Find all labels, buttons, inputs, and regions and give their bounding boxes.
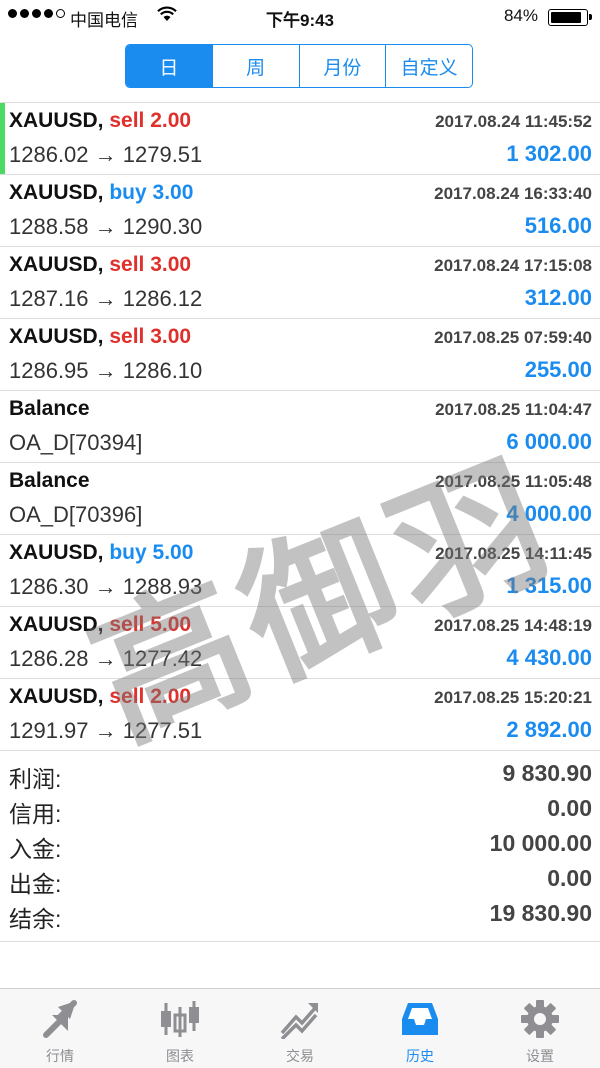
tab-trade[interactable]: 交易 (240, 989, 360, 1068)
row-prices: 1286.30 → 1288.93 (9, 574, 203, 599)
chart-icon (158, 999, 202, 1039)
settings-icon (518, 999, 562, 1039)
row-profit: 516.00 (524, 213, 592, 238)
history-row[interactable]: XAUUSD, buy 5.00 2017.08.25 14:11:45 128… (0, 535, 600, 607)
history-row[interactable]: Balance 2017.08.25 11:04:47 OA_D[70394] … (0, 391, 600, 463)
summary-deposit: 入金: 10 000.00 (0, 826, 600, 862)
row-comment: OA_D[70396] (9, 502, 143, 527)
row-date: 2017.08.25 11:05:48 (435, 472, 592, 491)
row-profit: 4 000.00 (506, 501, 592, 526)
history-row[interactable]: XAUUSD, sell 2.00 2017.08.24 11:45:52 12… (0, 103, 600, 175)
history-row[interactable]: Balance 2017.08.25 11:05:48 OA_D[70396] … (0, 463, 600, 535)
period-segmented-control: 日 周 月份 自定义 (125, 44, 473, 88)
row-profit: 312.00 (524, 285, 592, 310)
tab-label: 交易 (286, 1048, 314, 1064)
history-row[interactable]: XAUUSD, buy 3.00 2017.08.24 16:33:40 128… (0, 175, 600, 247)
summary-value: 19 830.90 (489, 900, 592, 926)
tab-settings[interactable]: 设置 (480, 989, 600, 1068)
segment-month[interactable]: 月份 (298, 45, 386, 87)
history-list: XAUUSD, sell 2.00 2017.08.24 11:45:52 12… (0, 102, 600, 751)
tab-bar: 行情 图表 交易 历史 设置 (0, 988, 600, 1068)
history-row[interactable]: XAUUSD, sell 2.00 2017.08.25 15:20:21 12… (0, 679, 600, 751)
row-symbol: XAUUSD, (9, 613, 104, 636)
row-prices: 1286.28 → 1277.42 (9, 646, 203, 671)
summary-label: 结余: (9, 906, 62, 932)
summary-credit: 信用: 0.00 (0, 791, 600, 827)
history-row[interactable]: XAUUSD, sell 5.00 2017.08.25 14:48:19 12… (0, 607, 600, 679)
summary-value: 9 830.90 (502, 760, 592, 786)
tab-history[interactable]: 历史 (360, 989, 480, 1068)
row-symbol: Balance (9, 397, 90, 420)
segment-custom[interactable]: 自定义 (385, 45, 472, 87)
tab-label: 图表 (166, 1048, 194, 1064)
tab-label: 设置 (526, 1048, 554, 1064)
row-prices: 1288.58 → 1290.30 (9, 214, 203, 239)
row-date: 2017.08.25 07:59:40 (434, 328, 592, 347)
row-prices: 1286.02 → 1279.51 (9, 142, 203, 167)
summary-profit: 利润: 9 830.90 (0, 756, 600, 792)
summary-label: 入金: (9, 836, 62, 862)
row-side-size: buy 5.00 (109, 541, 194, 564)
battery-percent: 84% (503, 6, 538, 25)
row-date: 2017.08.25 15:20:21 (434, 688, 592, 707)
row-side-size: sell 2.00 (109, 685, 192, 708)
row-profit: 2 892.00 (506, 717, 592, 742)
summary-balance: 结余: 19 830.90 (0, 896, 600, 932)
summary-value: 0.00 (547, 865, 592, 891)
row-side-size: buy 3.00 (109, 181, 194, 204)
row-side-size: sell 2.00 (109, 109, 192, 132)
segment-day[interactable]: 日 (126, 45, 212, 87)
summary-withdrawal: 出金: 0.00 (0, 861, 600, 897)
row-date: 2017.08.24 11:45:52 (435, 112, 592, 131)
battery-icon (548, 9, 592, 26)
row-side-size: sell 3.00 (109, 325, 192, 348)
history-row[interactable]: XAUUSD, sell 3.00 2017.08.25 07:59:40 12… (0, 319, 600, 391)
history-icon (398, 999, 442, 1039)
row-profit: 1 315.00 (506, 573, 592, 598)
row-symbol: XAUUSD, (9, 181, 104, 204)
row-side-size: sell 5.00 (109, 613, 192, 636)
row-prices: 1287.16 → 1286.12 (9, 286, 203, 311)
row-prices: 1286.95 → 1286.10 (9, 358, 203, 383)
row-symbol: XAUUSD, (9, 109, 104, 132)
row-comment: OA_D[70394] (9, 430, 143, 455)
row-date: 2017.08.25 11:04:47 (435, 400, 592, 419)
row-symbol: XAUUSD, (9, 685, 104, 708)
row-date: 2017.08.24 16:33:40 (434, 184, 592, 203)
segment-week[interactable]: 周 (211, 45, 299, 87)
row-symbol: XAUUSD, (9, 541, 104, 564)
summary-value: 0.00 (547, 795, 592, 821)
history-row[interactable]: XAUUSD, sell 3.00 2017.08.24 17:15:08 12… (0, 247, 600, 319)
account-summary: 利润: 9 830.90 信用: 0.00 入金: 10 000.00 出金: … (0, 756, 600, 942)
quotes-icon (38, 999, 82, 1039)
tab-label: 行情 (46, 1048, 74, 1064)
row-profit: 6 000.00 (506, 429, 592, 454)
row-profit: 4 430.00 (506, 645, 592, 670)
tab-quotes[interactable]: 行情 (0, 989, 120, 1068)
row-symbol: XAUUSD, (9, 325, 104, 348)
summary-value: 10 000.00 (489, 830, 592, 856)
row-date: 2017.08.25 14:11:45 (435, 544, 592, 563)
summary-label: 信用: (9, 801, 62, 827)
status-bar: 中国电信 下午9:43 84% (0, 0, 600, 34)
tab-chart[interactable]: 图表 (120, 989, 240, 1068)
row-date: 2017.08.25 14:48:19 (434, 616, 592, 635)
row-profit: 255.00 (524, 357, 592, 382)
row-symbol: Balance (9, 469, 90, 492)
tab-label: 历史 (406, 1048, 434, 1064)
row-date: 2017.08.24 17:15:08 (434, 256, 592, 275)
row-symbol: XAUUSD, (9, 253, 104, 276)
trade-icon (278, 999, 322, 1041)
row-profit: 1 302.00 (506, 141, 592, 166)
summary-label: 利润: (9, 766, 62, 792)
row-prices: 1291.97 → 1277.51 (9, 718, 203, 743)
summary-label: 出金: (9, 871, 62, 897)
row-side-size: sell 3.00 (109, 253, 192, 276)
